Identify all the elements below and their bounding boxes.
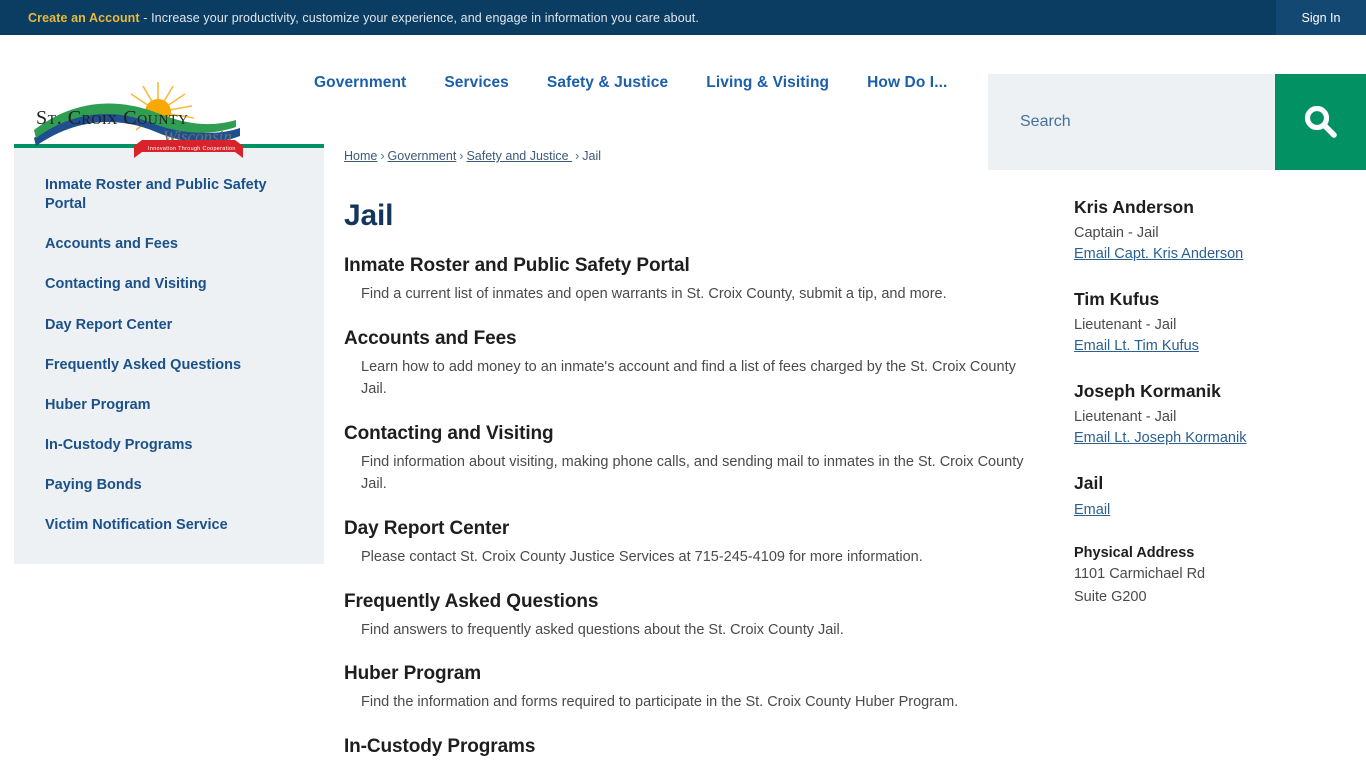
svg-text:Innovation Through Cooperation: Innovation Through Cooperation [148, 146, 236, 152]
section-heading[interactable]: Contacting and Visiting [344, 423, 1034, 445]
contact-role: Lieutenant - Jail [1074, 409, 1177, 425]
top-utility-bar: Create an Account - Increase your produc… [0, 0, 1366, 35]
contact-name: Joseph Kormanik [1074, 381, 1221, 401]
contact-role: Lieutenant - Jail [1074, 317, 1177, 333]
section-heading[interactable]: In-Custody Programs [344, 736, 1034, 758]
section-body: Find the information and forms required … [361, 694, 959, 711]
breadcrumb-separator: › [575, 149, 580, 163]
nav-item-living-visiting[interactable]: Living & Visiting [687, 74, 848, 92]
contact-card-joseph-kormanik: Joseph Kormanik Lieutenant - Jail Email … [1074, 381, 1366, 447]
address-line-2: Suite G200 [1074, 589, 1147, 606]
content-section-accounts-fees: Accounts and Fees Learn how to add money… [344, 328, 1034, 401]
contact-email-link[interactable]: Email Lt. Tim Kufus [1074, 338, 1199, 354]
promo-text: - Increase your productivity, customize … [139, 10, 699, 25]
sidebar-item-paying-bonds[interactable]: Paying Bonds [14, 466, 324, 506]
address-line-1: 1101 Carmichael Rd [1074, 566, 1206, 582]
content-section-huber-program: Huber Program Find the information and f… [344, 663, 1034, 714]
breadcrumb-government[interactable]: Government [388, 149, 457, 163]
sidebar-item-contacting-visiting[interactable]: Contacting and Visiting [14, 265, 324, 305]
section-body: Learn how to add money to an inmate's ac… [361, 358, 1016, 398]
content-section-in-custody-programs: In-Custody Programs [344, 736, 1034, 758]
sidebar-item-accounts-fees[interactable]: Accounts and Fees [14, 225, 324, 265]
sign-in-button[interactable]: Sign In [1276, 0, 1366, 35]
account-promo-message: Create an Account - Increase your produc… [0, 11, 699, 25]
breadcrumb-safety-and-justice[interactable]: Safety and Justice [466, 149, 572, 163]
section-body: Find information about visiting, making … [361, 453, 1024, 493]
breadcrumb: Home › Government › Safety and Justice › Jail [344, 144, 1034, 163]
sidebar-item-victim-notification[interactable]: Victim Notification Service [14, 506, 324, 546]
search-button[interactable] [1275, 74, 1366, 170]
section-body: Find a current list of inmates and open … [361, 286, 947, 302]
breadcrumb-separator: › [380, 149, 385, 163]
contact-card-tim-kufus: Tim Kufus Lieutenant - Jail Email Lt. Ti… [1074, 289, 1366, 355]
contact-email-link[interactable]: Email [1074, 502, 1110, 518]
breadcrumb-separator: › [459, 149, 464, 163]
section-heading[interactable]: Huber Program [344, 663, 1034, 685]
address-label: Physical Address [1074, 545, 1195, 561]
section-body: Please contact St. Croix County Justice … [361, 549, 923, 566]
contact-us-panel: Contact Us Kris Anderson Captain - Jail … [1074, 144, 1366, 635]
sidebar-item-inmate-roster[interactable]: Inmate Roster and Public Safety Portal [14, 166, 324, 225]
page-title: Jail [344, 199, 394, 232]
section-heading[interactable]: Day Report Center [344, 518, 1034, 540]
section-body: Find answers to frequently asked questio… [361, 621, 844, 638]
sidebar-item-day-report-center[interactable]: Day Report Center [14, 306, 324, 346]
nav-item-government[interactable]: Government [295, 74, 425, 92]
contact-role: Captain - Jail [1074, 225, 1159, 241]
search-input[interactable] [988, 74, 1276, 170]
section-heading[interactable]: Accounts and Fees [344, 328, 1034, 350]
contact-physical-address: Physical Address 1101 Carmichael Rd Suit… [1074, 545, 1366, 609]
contact-name: Jail [1074, 473, 1104, 493]
breadcrumb-current-jail: Jail [582, 149, 602, 163]
site-header: ST. CROIX COUNTY Wisconsin Innovation Th… [0, 35, 1366, 170]
breadcrumb-home[interactable]: Home [344, 149, 377, 163]
contact-card-jail: Jail Email [1074, 473, 1366, 519]
site-logo[interactable]: ST. CROIX COUNTY Wisconsin Innovation Th… [30, 80, 270, 160]
main-navigation: Government Services Safety & Justice Liv… [295, 35, 966, 131]
contact-email-link[interactable]: Email Lt. Joseph Kormanik [1074, 430, 1246, 446]
section-heading[interactable]: Frequently Asked Questions [344, 591, 1034, 613]
nav-item-safety-justice[interactable]: Safety & Justice [528, 74, 687, 92]
sidebar-item-in-custody-programs[interactable]: In-Custody Programs [14, 426, 324, 466]
logo-graphic: ST. CROIX COUNTY Wisconsin Innovation Th… [34, 82, 243, 158]
section-sidebar-navigation: Inmate Roster and Public Safety Portal A… [14, 144, 324, 565]
nav-item-how-do-i[interactable]: How Do I... [848, 74, 966, 92]
search-area [988, 74, 1366, 170]
contact-name: Tim Kufus [1074, 289, 1160, 309]
contact-card-kris-anderson: Kris Anderson Captain - Jail Email Capt.… [1074, 197, 1366, 263]
content-section-day-report-center: Day Report Center Please contact St. Cro… [344, 518, 1034, 569]
search-icon [1304, 105, 1337, 138]
content-section-contacting-visiting: Contacting and Visiting Find information… [344, 423, 1034, 496]
page-body: Inmate Roster and Public Safety Portal A… [0, 131, 1366, 768]
nav-item-services[interactable]: Services [425, 74, 528, 92]
contact-name: Kris Anderson [1074, 197, 1194, 217]
contact-email-link[interactable]: Email Capt. Kris Anderson [1074, 246, 1243, 262]
create-account-link[interactable]: Create an Account [28, 11, 140, 25]
section-heading[interactable]: Inmate Roster and Public Safety Portal [344, 255, 1034, 277]
sidebar-item-faq[interactable]: Frequently Asked Questions [14, 346, 324, 386]
sidebar-item-huber-program[interactable]: Huber Program [14, 386, 324, 426]
content-section-inmate-roster: Inmate Roster and Public Safety Portal F… [344, 255, 1034, 306]
main-content: Home › Government › Safety and Justice › Jail… [344, 144, 1034, 758]
content-section-faq: Frequently Asked Questions Find answers … [344, 591, 1034, 642]
